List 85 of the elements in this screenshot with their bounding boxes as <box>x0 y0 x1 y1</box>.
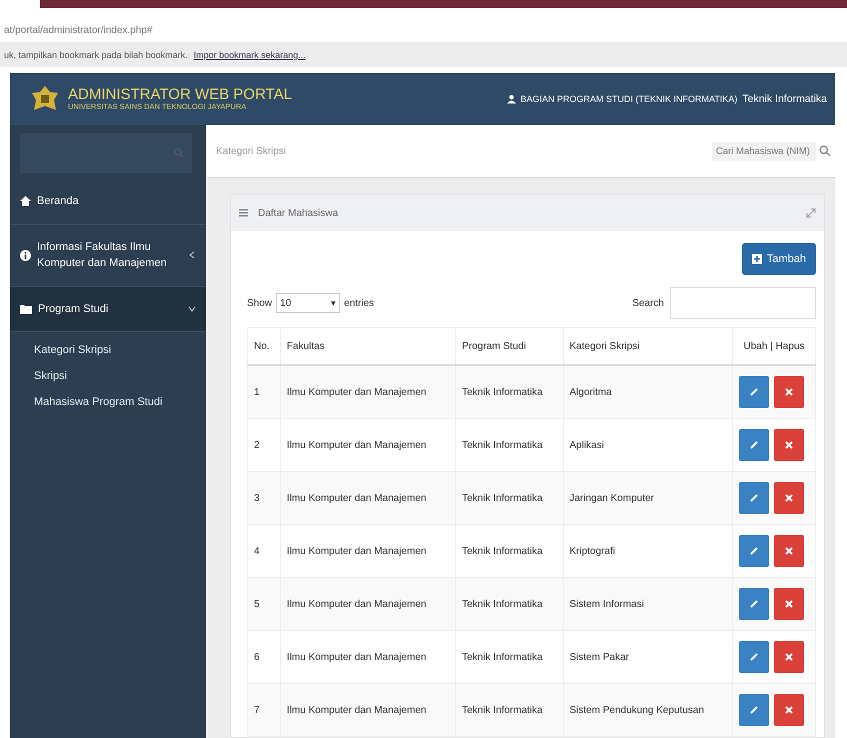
close-icon <box>784 653 793 661</box>
edit-button[interactable] <box>739 588 769 620</box>
table-cell: Algoritma <box>570 386 612 398</box>
pencil-icon <box>749 387 759 397</box>
table-cell: 6 <box>254 652 260 662</box>
table-cell: 5 <box>254 598 260 610</box>
url-text[interactable]: at/portal/administrator/index.php# <box>4 24 152 36</box>
delete-button[interactable] <box>774 641 804 673</box>
delete-button[interactable] <box>774 535 804 567</box>
close-icon <box>784 600 793 608</box>
table-cell: 7 <box>254 704 260 716</box>
table-cell: 3 <box>254 492 260 504</box>
table-cell: Ilmu Komputer dan Manajemen <box>286 546 426 556</box>
delete-button[interactable] <box>774 588 804 620</box>
pencil-icon <box>749 599 759 609</box>
edit-button[interactable] <box>739 482 769 514</box>
table-cell: Teknik Informatika <box>462 598 543 610</box>
delete-button[interactable] <box>774 429 804 461</box>
pencil-icon <box>749 652 759 662</box>
table-cell: Aplikasi <box>570 440 604 450</box>
folder-icon <box>20 304 32 314</box>
table-cell: Ilmu Komputer dan Manajemen <box>286 386 426 398</box>
portal-title: ADMINISTRATOR WEB PORTAL <box>68 86 292 104</box>
bookmark-notice: uk, tampilkan bookmark pada bilah bookmark. <box>4 50 188 60</box>
table-cell: Ilmu Komputer dan Manajemen <box>286 704 426 716</box>
close-icon <box>784 494 793 502</box>
table-cell: Sistem Pakar <box>570 652 629 662</box>
delete-button[interactable] <box>774 482 804 514</box>
edit-button[interactable] <box>739 694 769 726</box>
table-cell: Jaringan Komputer <box>570 492 654 504</box>
info-icon <box>20 250 31 260</box>
panel-title: Daftar Mahasiswa <box>258 208 338 218</box>
close-icon <box>784 547 793 555</box>
sidebar-search-field[interactable] <box>20 133 192 173</box>
search-label: Search <box>632 298 664 308</box>
user-menu[interactable]: Teknik Informatika <box>742 93 827 105</box>
page-size-select[interactable]: 10 ▾ <box>276 293 340 313</box>
pencil-icon <box>749 493 759 503</box>
pencil-icon <box>749 440 759 450</box>
add-button[interactable]: Tambah <box>742 243 816 275</box>
table-cell: Teknik Informatika <box>462 652 543 662</box>
caret-icon <box>188 304 196 313</box>
table-cell: Teknik Informatika <box>462 492 543 504</box>
close-icon <box>784 441 793 449</box>
entries-label: entries <box>344 298 374 308</box>
table-cell: 1 <box>254 386 260 398</box>
edit-button[interactable] <box>739 376 769 408</box>
show-label: Show <box>247 298 272 308</box>
table-cell: Ilmu Komputer dan Manajemen <box>286 492 426 504</box>
import-bookmarks-link[interactable]: Impor bookmark sekarang... <box>194 50 306 60</box>
student-search-field[interactable]: Cari Mahasiswa (NIM) <box>712 142 816 160</box>
edit-button[interactable] <box>739 535 769 567</box>
table-cell: Teknik Informatika <box>462 440 543 450</box>
table-cell: Sistem Pendukung Keputusan <box>570 704 704 716</box>
user-role: BAGIAN PROGRAM STUDI (TEKNIK INFORMATIKA) <box>520 94 738 104</box>
sidebar-item[interactable]: Program Studi <box>10 286 206 332</box>
submenu-item[interactable]: Kategori Skripsi <box>34 344 206 356</box>
table-cell: Teknik Informatika <box>462 704 543 716</box>
delete-button[interactable] <box>774 694 804 726</box>
plus-square-icon <box>752 254 762 264</box>
table-search-field[interactable] <box>670 287 816 319</box>
list-icon <box>239 209 248 217</box>
close-icon <box>784 706 793 714</box>
table-cell: Kriptografi <box>570 546 616 556</box>
home-icon <box>20 196 31 206</box>
table-cell: Teknik Informatika <box>462 386 543 398</box>
table-cell: Teknik Informatika <box>462 546 543 556</box>
submenu-item[interactable]: Mahasiswa Program Studi <box>34 396 206 408</box>
pencil-icon <box>749 705 759 715</box>
table-cell: 2 <box>254 440 260 450</box>
pencil-icon <box>749 546 759 556</box>
edit-button[interactable] <box>739 429 769 461</box>
table-cell: Ilmu Komputer dan Manajemen <box>286 598 426 610</box>
delete-button[interactable] <box>774 376 804 408</box>
close-icon <box>784 388 793 396</box>
user-icon <box>506 94 516 104</box>
edit-button[interactable] <box>739 641 769 673</box>
table-cell: Ilmu Komputer dan Manajemen <box>286 652 426 662</box>
caret-icon <box>188 251 196 259</box>
expand-icon[interactable] <box>806 208 816 218</box>
table-cell: Ilmu Komputer dan Manajemen <box>286 440 426 450</box>
table-cell: 4 <box>254 546 260 556</box>
table-cell: Sistem Informasi <box>570 598 644 610</box>
submenu-item[interactable]: Skripsi <box>34 370 206 382</box>
search-icon[interactable] <box>819 145 831 157</box>
